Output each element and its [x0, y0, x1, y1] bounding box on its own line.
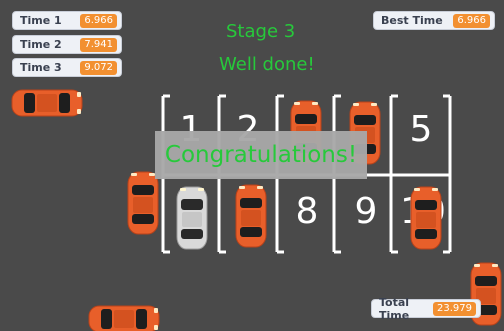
slot-number-9: 9 [354, 191, 378, 232]
best-time-panel: Best Time 6.966 [373, 11, 495, 30]
best-time-label: Best Time [381, 14, 443, 27]
status-message: Well done! [219, 54, 315, 75]
time-1-label: Time 1 [20, 14, 62, 27]
time-1-panel: Time 1 6.966 [12, 11, 122, 30]
time-3-value: 9.072 [80, 60, 117, 75]
total-time-panel: Total Time 23.979 [371, 296, 481, 322]
slot-number-5: 5 [409, 109, 433, 150]
time-2-label: Time 2 [20, 38, 62, 51]
time-3-label: Time 3 [20, 61, 62, 74]
banner-text: Congratulations! [164, 142, 358, 168]
game-canvas[interactable]: 1 2 3 4 5 6 7 8 9 10 [0, 0, 504, 331]
time-3-panel: Time 3 9.072 [12, 58, 122, 77]
moving-car-left [127, 171, 159, 235]
total-time-label: Total Time [379, 295, 410, 322]
moving-car-bottom [88, 305, 160, 331]
moving-car-right [470, 262, 502, 326]
best-time-value: 6.966 [453, 13, 490, 28]
moving-car-top-left [11, 89, 83, 117]
parked-car-slot-10 [410, 186, 442, 250]
congratulations-banner: Congratulations! [155, 131, 367, 179]
time-2-panel: Time 2 7.941 [12, 35, 122, 54]
time-1-value: 6.966 [80, 13, 117, 28]
time-2-value: 7.941 [80, 37, 117, 52]
total-time-value: 23.979 [433, 301, 476, 316]
stage-title: Stage 3 [226, 21, 296, 42]
player-car[interactable] [176, 186, 210, 252]
slot-number-8: 8 [295, 191, 319, 232]
parked-car-slot-7 [235, 184, 267, 248]
